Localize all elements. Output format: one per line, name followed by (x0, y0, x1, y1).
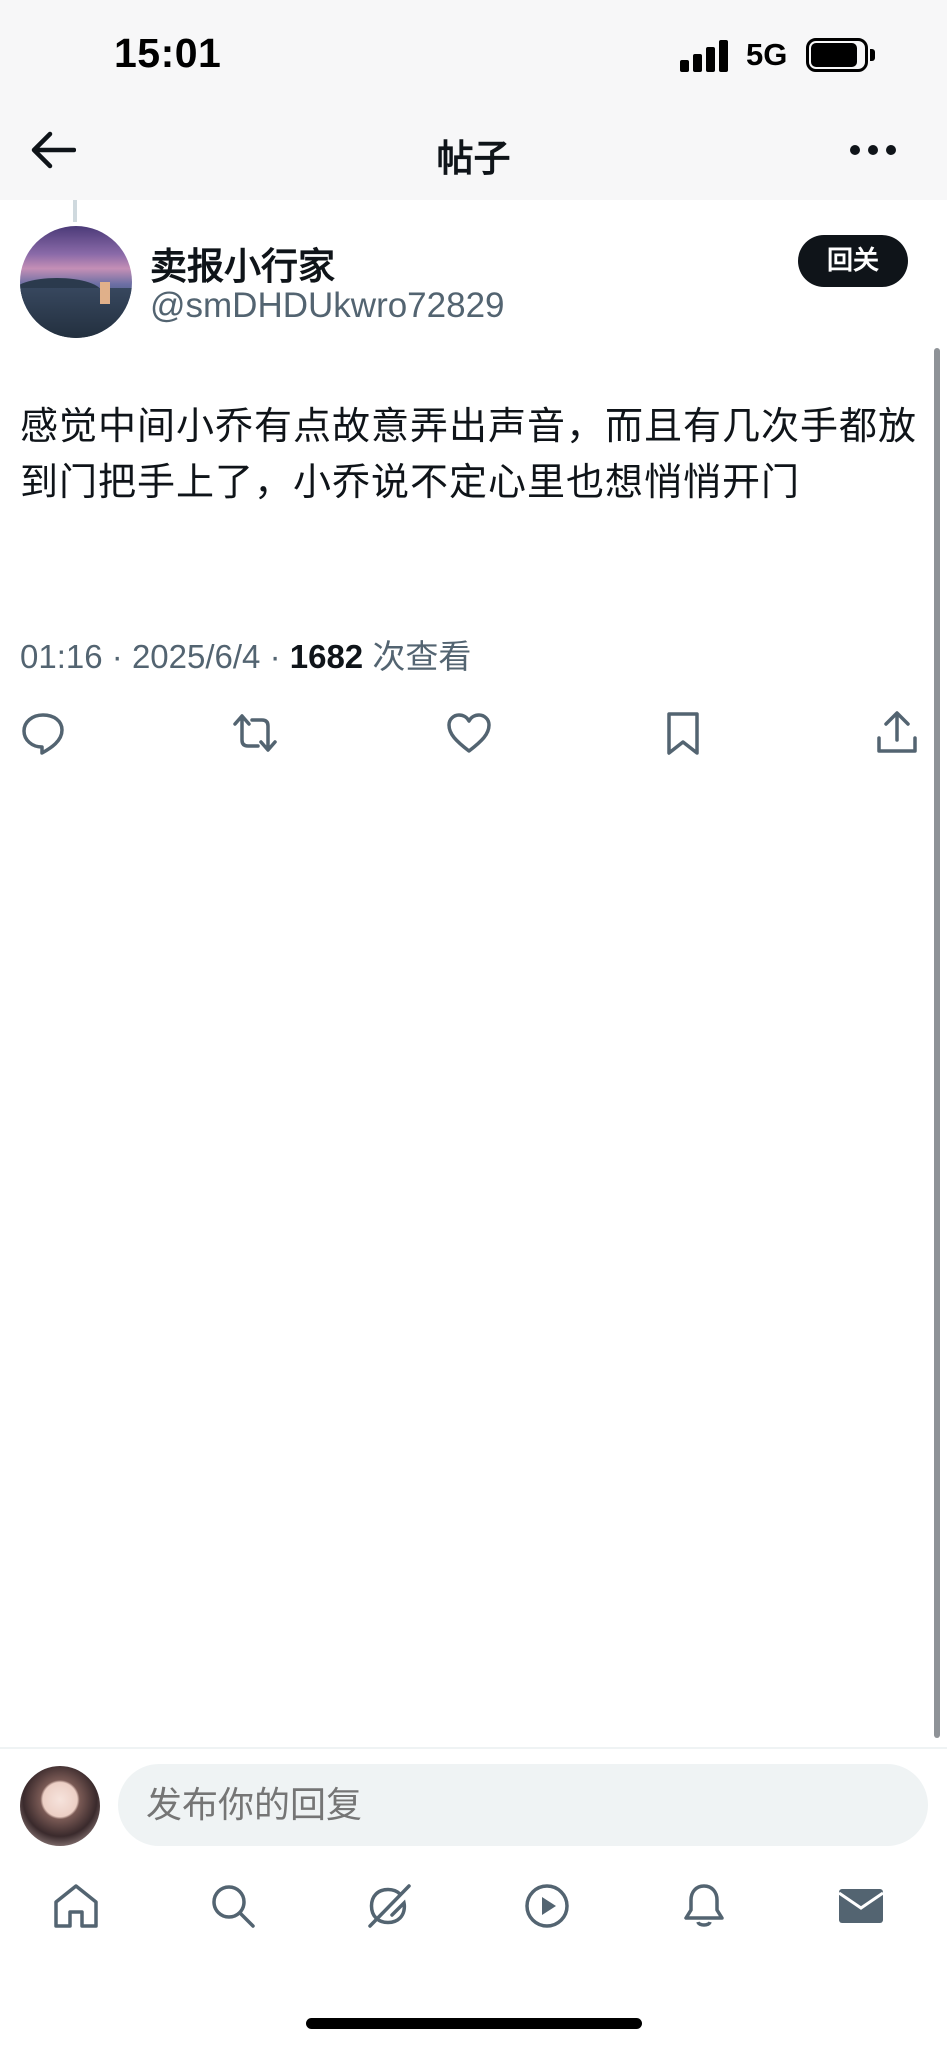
author-avatar[interactable] (20, 226, 132, 338)
reply-input[interactable] (118, 1764, 928, 1846)
thread-connector-line (73, 200, 77, 222)
post-time: 01:16 (20, 638, 103, 675)
divider (0, 1747, 947, 1749)
meta-separator: · (111, 638, 123, 675)
post-actions (0, 710, 947, 766)
search-icon[interactable] (207, 1880, 263, 1936)
notifications-icon[interactable] (678, 1880, 734, 1936)
network-type: 5G (746, 37, 788, 72)
battery-icon (806, 38, 875, 72)
video-icon[interactable] (521, 1880, 577, 1936)
bottom-tab-bar (0, 1880, 947, 1960)
grok-icon[interactable] (364, 1880, 420, 1936)
share-icon[interactable] (874, 710, 924, 760)
home-indicator[interactable] (306, 2018, 642, 2029)
author-name[interactable]: 卖报小行家 (150, 236, 335, 290)
home-icon[interactable] (50, 1880, 106, 1936)
views-label: 次查看 (372, 638, 472, 675)
user-avatar[interactable] (20, 1766, 100, 1846)
author-handle[interactable]: @smDHDUkwro72829 (150, 286, 505, 326)
page-title: 帖子 (436, 137, 511, 180)
signal-bars-icon (680, 40, 732, 72)
messages-icon[interactable] (835, 1880, 891, 1936)
more-dots-icon[interactable] (848, 135, 898, 165)
views-count: 1682 (289, 638, 364, 675)
top-chrome: 15:01 5G 帖子 (0, 0, 947, 200)
status-time: 15:01 (114, 30, 222, 76)
reply-icon[interactable] (20, 710, 70, 760)
post-detail-screen: 15:01 5G 帖子 卖报小行家 @smDHDUkwro72829 回关 感觉… (0, 0, 947, 2048)
meta-separator: · (269, 638, 281, 675)
scrollbar[interactable] (934, 348, 940, 1738)
like-icon[interactable] (446, 710, 496, 760)
bookmark-icon[interactable] (660, 710, 710, 760)
follow-back-button[interactable]: 回关 (798, 235, 908, 287)
post-text: 感觉中间小乔有点故意弄出声音，而且有几次手都放到门把手上了，小乔说不定心里也想悄… (20, 404, 918, 504)
retweet-icon[interactable] (232, 710, 282, 760)
post-meta: 01:16 · 2025/6/4 · 1682 次查看 (20, 630, 471, 678)
post-date: 2025/6/4 (131, 638, 261, 675)
